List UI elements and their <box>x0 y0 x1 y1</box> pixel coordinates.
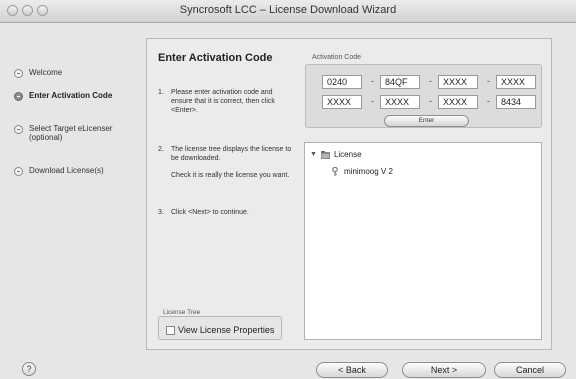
next-button[interactable]: Next > <box>402 362 486 378</box>
sidebar-step-download-licenses: Download License(s) <box>14 166 104 176</box>
license-tree-label: License Tree <box>163 309 201 316</box>
code-separator: - <box>429 76 432 86</box>
instruction-number: 1. <box>158 89 164 96</box>
sidebar-step-sublabel: (optional) <box>29 133 63 142</box>
instruction-text: Click <Next> to continue. <box>171 209 249 216</box>
title-bar: Syncrosoft LCC – License Download Wizard <box>0 0 576 23</box>
code-field-2-4[interactable] <box>496 95 536 109</box>
tree-node-minimoog[interactable]: minimoog V 2 <box>331 166 393 176</box>
sidebar-step-label: Download License(s) <box>29 166 104 175</box>
instruction-number: 3. <box>158 209 164 216</box>
view-license-properties-checkbox[interactable] <box>166 326 175 335</box>
code-field-2-2[interactable] <box>380 95 420 109</box>
tree-node-license[interactable]: ▼ License <box>310 150 362 159</box>
disclosure-triangle-icon[interactable]: ▼ <box>310 151 317 158</box>
tree-node-label: minimoog V 2 <box>344 167 393 176</box>
sidebar-step-welcome: Welcome <box>14 68 62 78</box>
code-separator: - <box>371 76 374 86</box>
code-field-2-3[interactable] <box>438 95 478 109</box>
instruction-text: The license tree displays the license to… <box>171 146 292 162</box>
instruction-number: 2. <box>158 146 164 153</box>
cancel-button[interactable]: Cancel <box>494 362 566 378</box>
code-separator: - <box>371 96 374 106</box>
help-button[interactable]: ? <box>22 362 36 376</box>
enter-button[interactable]: Enter <box>384 115 469 127</box>
code-separator: - <box>487 76 490 86</box>
code-field-1-3[interactable] <box>438 75 478 89</box>
activation-code-label: Activation Code <box>312 54 362 61</box>
page-title: Enter Activation Code <box>158 52 273 64</box>
instruction-text: Please enter activation code and ensure … <box>171 89 275 114</box>
step-indicator-icon <box>14 69 23 78</box>
code-field-2-1[interactable] <box>322 95 362 109</box>
sidebar-step-select-target: Select Target eLicenser (optional) <box>14 124 112 142</box>
folder-icon <box>320 150 330 159</box>
step-indicator-icon <box>14 125 23 134</box>
window-title: Syncrosoft LCC – License Download Wizard <box>179 4 397 16</box>
key-icon <box>331 166 339 176</box>
sidebar-step-label: Select Target eLicenser <box>29 124 113 133</box>
step-indicator-icon <box>14 167 23 176</box>
back-button[interactable]: < Back <box>316 362 388 378</box>
instruction-text: Check it is really the license you want. <box>171 172 290 179</box>
code-field-1-4[interactable] <box>496 75 536 89</box>
tree-node-label: License <box>333 150 362 159</box>
step-indicator-icon <box>14 92 23 101</box>
code-field-1-2[interactable] <box>380 75 420 89</box>
sidebar-step-label: Enter Activation Code <box>29 91 113 100</box>
code-field-1-1[interactable] <box>322 75 362 89</box>
view-license-properties-label[interactable]: View License Properties <box>178 325 274 335</box>
sidebar-step-label: Welcome <box>29 68 63 77</box>
sidebar-step-enter-activation-code: Enter Activation Code <box>14 91 112 101</box>
code-separator: - <box>487 96 490 106</box>
code-separator: - <box>429 96 432 106</box>
